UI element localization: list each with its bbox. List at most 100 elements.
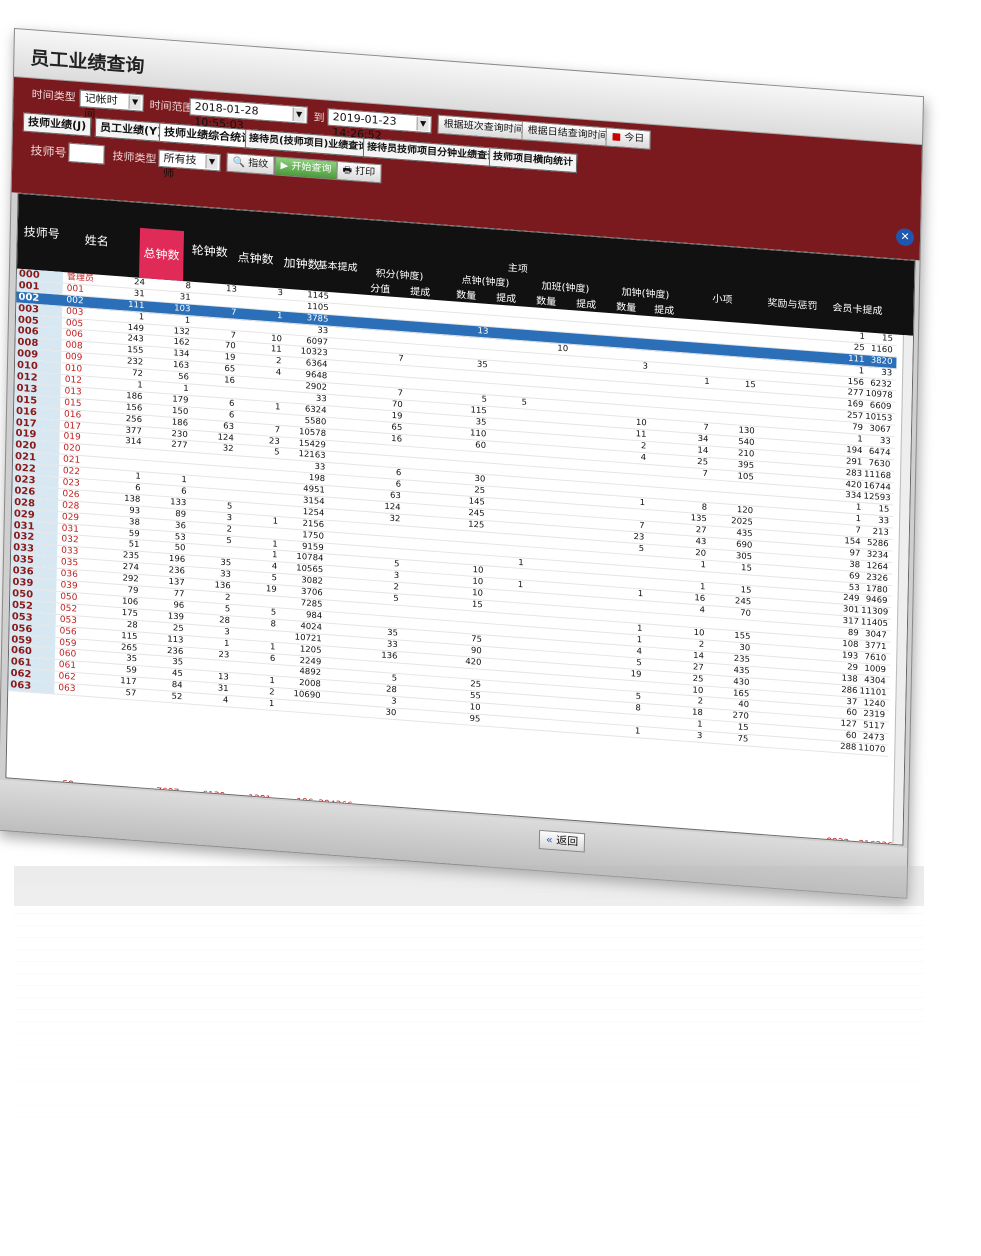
col-addclock-qty: 数量 [616, 302, 637, 315]
tab-project-horizontal[interactable]: 技师项目横向统计 [488, 147, 578, 174]
window-title: 员工业绩查询 [30, 47, 145, 78]
query-window: 员工业绩查询 时间类型 记帐时间 ▼ 时间范围 2018-01-28 10:55:… [0, 28, 924, 899]
cell-sum: 317 [842, 616, 860, 628]
time-type-label: 时间类型 [31, 87, 76, 104]
cell-main: 1 [268, 699, 275, 710]
col-addclock-comm: 提成 [654, 304, 675, 317]
col-point-comm: 提成 [496, 293, 517, 306]
cell-project: 95 [469, 714, 481, 725]
col-overtime-qty: 数量 [536, 296, 557, 309]
print-label: 打印 [355, 166, 376, 179]
cell-sum: 6609 [869, 401, 892, 413]
cell-sum: 2473 [862, 732, 885, 744]
chevron-down-icon: ▼ [292, 107, 305, 122]
start-query-label: 开始查询 [291, 161, 332, 175]
cell-sum: 127 [840, 719, 857, 730]
cell-sum: 138 [841, 673, 858, 685]
cell-sum: 3067 [869, 423, 892, 436]
cell-sum: 69 [848, 571, 861, 582]
cell-sum: 97 [849, 548, 861, 559]
query-by-shift-button[interactable]: 根据班次查询时间 [437, 114, 530, 141]
fingerprint-label: 指纹 [248, 158, 269, 171]
cell-sum: 38 [849, 559, 861, 571]
cell-sum: 193 [841, 650, 859, 662]
cell-sum: 4304 [864, 675, 886, 687]
start-time-select[interactable]: 2018-01-28 10:55:03 ▼ [189, 97, 308, 132]
fingerprint-button[interactable]: 🔍 指纹 [226, 152, 275, 176]
cell-sum: 2326 [866, 572, 889, 584]
cell-sum: 2319 [863, 709, 886, 721]
tab-reception-minutes[interactable]: 接待员技师项目分钟业绩查询 [362, 137, 502, 168]
col-name: 姓名 [84, 233, 109, 249]
cell-sum: 10978 [865, 389, 893, 402]
back-label: 返回 [556, 834, 579, 849]
col-card: 会员卡提成 [832, 302, 883, 318]
col-base: 基本提成 [317, 260, 358, 274]
cell-sum: 6232 [870, 378, 893, 390]
print-button[interactable]: 🖶 打印 [336, 160, 382, 184]
today-button[interactable]: ■ 今日 [605, 127, 651, 150]
cell-sum: 3234 [866, 549, 889, 561]
reflection [14, 866, 924, 1256]
col-round: 轮钟数 [191, 243, 228, 260]
cell-sum: 291 [845, 456, 863, 468]
cell-sum: 33 [878, 516, 890, 527]
cell-sum: 288 [840, 741, 857, 753]
col-point-qty: 数量 [456, 290, 477, 303]
tech-type-label: 技师类型 [112, 149, 157, 166]
cell-sum: 10153 [865, 412, 893, 424]
cell-sum: 12593 [863, 492, 891, 504]
chevron-down-icon: ▼ [416, 116, 429, 132]
col-small: 小项 [712, 293, 733, 306]
start-query-button[interactable]: ▶ 开始查询 [274, 156, 338, 181]
cell-sum: 89 [847, 628, 859, 639]
cell-sum: 3771 [864, 640, 887, 653]
cell-sum: 15 [881, 333, 893, 344]
tech-type-select[interactable]: 所有技师 ▼ [158, 149, 221, 180]
cell-sum: 29 [847, 662, 859, 673]
cell-sum: 3820 [870, 355, 893, 367]
cell-sum: 7 [855, 525, 861, 536]
cell-sum: 79 [852, 422, 864, 434]
vertical-scrollbar[interactable] [892, 335, 913, 845]
cell-sum: 37 [846, 696, 858, 708]
col-tech-no: 技师号 [23, 224, 60, 242]
tech-no-input[interactable] [68, 142, 105, 165]
cell-sum: 7630 [868, 458, 891, 470]
cell-sum: 3047 [864, 629, 887, 641]
cell-sum: 60 [846, 708, 858, 719]
cell-sum: 277 [847, 388, 864, 399]
time-range-label: 时间范围 [149, 98, 194, 115]
cell-sum: 15 [878, 504, 890, 516]
cell-sum: 11070 [858, 743, 886, 755]
end-time-select[interactable]: 2019-01-23 14:26:52 ▼ [327, 108, 432, 142]
time-type-select[interactable]: 记帐时间 ▼ [79, 89, 144, 121]
table-body: 000 管理员 24 8 13 3 1145 1 15 001 001 31 31 1105 25 1160 0… [8, 268, 897, 757]
col-overtime-comm: 提成 [576, 299, 597, 312]
printer-icon: 🖶 [342, 165, 353, 177]
fingerprint-icon: 🔍 [232, 156, 246, 169]
cell-small: 3 [696, 731, 703, 742]
cell-sum: 156 [847, 376, 865, 388]
query-by-day-button[interactable]: 根据日结查询时间 [521, 120, 614, 147]
chevron-down-icon: ▼ [128, 95, 141, 110]
cell-main: 57 [125, 688, 137, 699]
tech-type-value: 所有技师 [163, 151, 197, 181]
back-button[interactable]: « 返回 [538, 829, 586, 853]
cell-sum: 301 [842, 604, 860, 616]
tab-staff-performance[interactable]: 员工业绩(Y) [94, 117, 168, 143]
cell-project: 30 [385, 707, 397, 719]
cell-sum: 1 [858, 366, 865, 377]
cell-sum: 194 [846, 445, 863, 456]
close-icon[interactable]: ✕ [895, 227, 915, 247]
col-total: 总钟数 [139, 227, 185, 282]
cell-sum: 213 [872, 527, 889, 538]
cell-sum: 334 [845, 490, 862, 502]
cell-sum: 420 [845, 479, 862, 491]
cell-sum: 1 [855, 514, 862, 525]
cell-sum: 33 [879, 436, 891, 447]
back-arrow-icon: « [545, 833, 553, 847]
col-reward: 奖励与惩罚 [767, 297, 818, 313]
tab-tech-performance[interactable]: 技师业绩(J) [22, 112, 92, 137]
col-score-comm: 提成 [410, 286, 431, 299]
